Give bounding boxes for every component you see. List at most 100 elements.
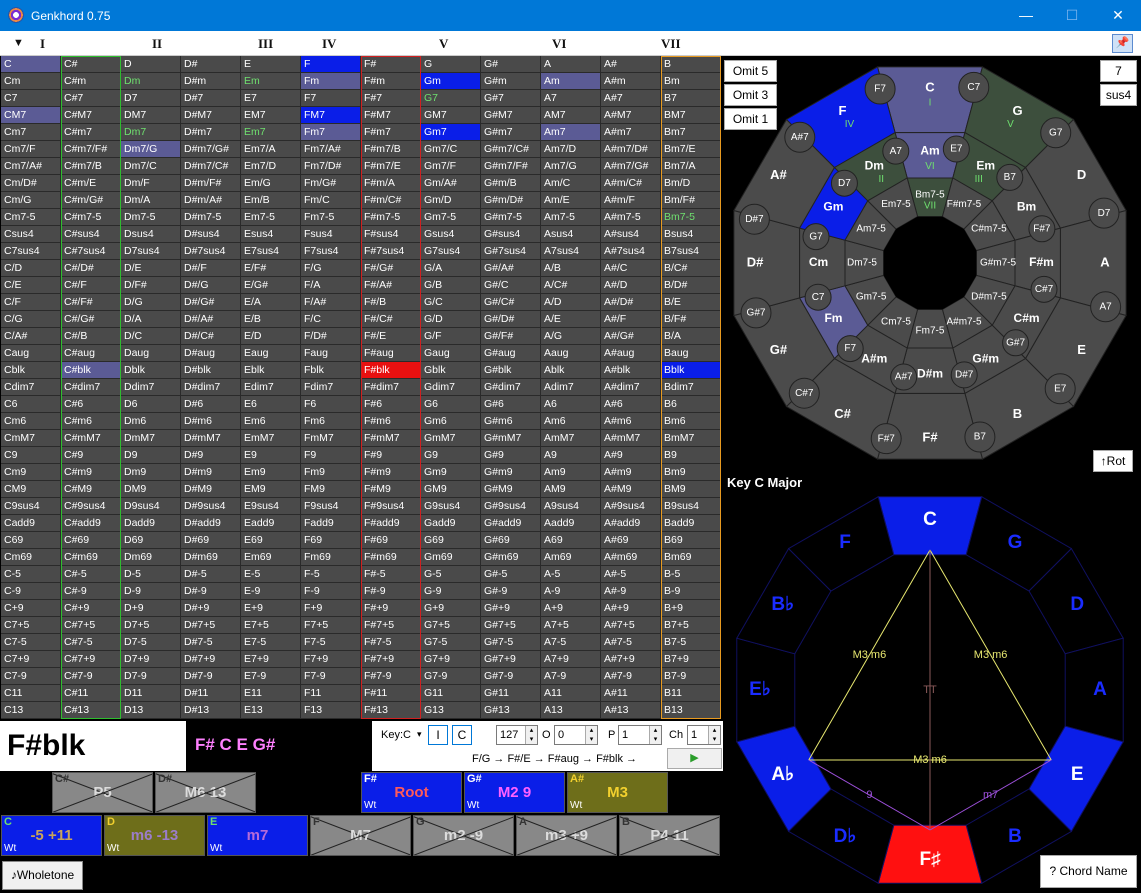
chord-cell[interactable]: D9sus4 xyxy=(121,498,181,515)
chord-cell[interactable]: Cm9 xyxy=(1,464,61,481)
chord-cell[interactable]: Caug xyxy=(1,345,61,362)
chord-cell[interactable]: A7 xyxy=(541,90,601,107)
chord-cell[interactable]: B7-9 xyxy=(661,668,721,685)
chord-cell[interactable]: A/C# xyxy=(541,277,601,294)
chord-cell[interactable]: E/B xyxy=(241,311,301,328)
chord-cell[interactable]: F#69 xyxy=(361,532,421,549)
chord-cell[interactable]: Am/C xyxy=(541,175,601,192)
chord-cell[interactable]: A#sus4 xyxy=(601,226,661,243)
chord-cell[interactable]: G-9 xyxy=(421,583,481,600)
chord-cell[interactable]: A#-9 xyxy=(601,583,661,600)
chord-cell[interactable]: D#m xyxy=(181,73,241,90)
chord-cell[interactable]: A#7 xyxy=(601,90,661,107)
chord-cell[interactable]: Bm7-5 xyxy=(661,209,721,226)
chord-cell[interactable]: D#m7 xyxy=(181,124,241,141)
chord-cell[interactable]: Fsus4 xyxy=(301,226,361,243)
interval-box[interactable]: D# M6 13 xyxy=(155,772,256,813)
chord-cell[interactable]: Bm69 xyxy=(661,549,721,566)
chord-cell[interactable]: B9sus4 xyxy=(661,498,721,515)
chord-cell[interactable]: D#sus4 xyxy=(181,226,241,243)
chord-cell[interactable]: A#7+5 xyxy=(601,617,661,634)
chord-cell[interactable]: B/A xyxy=(661,328,721,345)
chord-cell[interactable]: F/A# xyxy=(301,294,361,311)
chord-cell[interactable]: G#sus4 xyxy=(481,226,541,243)
chord-cell[interactable]: DmM7 xyxy=(121,430,181,447)
chord-cell[interactable]: DM7 xyxy=(121,107,181,124)
chord-cell[interactable]: Fm/G# xyxy=(301,175,361,192)
chord-cell[interactable]: Dm6 xyxy=(121,413,181,430)
chord-cell[interactable]: E-5 xyxy=(241,566,301,583)
chord-cell[interactable]: G6 xyxy=(421,396,481,413)
chord-cell[interactable]: Bm6 xyxy=(661,413,721,430)
chord-cell[interactable]: G#/D# xyxy=(481,311,541,328)
chord-cell[interactable]: D#69 xyxy=(181,532,241,549)
chord-cell[interactable]: Cm7/A# xyxy=(1,158,61,175)
chord-cell[interactable]: C#blk xyxy=(61,362,121,379)
chord-cell[interactable]: A#7-5 xyxy=(601,634,661,651)
chord-cell[interactable]: G9sus4 xyxy=(421,498,481,515)
interval-box[interactable]: C# P5 xyxy=(52,772,153,813)
chord-cell[interactable]: C#7+9 xyxy=(61,651,121,668)
chord-cell[interactable]: F#/E xyxy=(361,328,421,345)
chord-cell[interactable]: B13 xyxy=(661,702,721,719)
chord-cell[interactable]: C#m6 xyxy=(61,413,121,430)
chord-cell[interactable]: A#/D xyxy=(601,277,661,294)
chord-cell[interactable]: C#7-5 xyxy=(61,634,121,651)
interval-box[interactable]: Dm6 -13 Wt xyxy=(104,815,205,856)
chord-cell[interactable]: E7-9 xyxy=(241,668,301,685)
chord-cell[interactable]: D7 xyxy=(121,90,181,107)
chord-cell[interactable]: Gdim7 xyxy=(421,379,481,396)
chord-cell[interactable]: D7+5 xyxy=(121,617,181,634)
chord-cell[interactable]: E/A xyxy=(241,294,301,311)
chord-cell[interactable]: F11 xyxy=(301,685,361,702)
chord-cell[interactable]: G# xyxy=(481,56,541,73)
chord-cell[interactable]: C#11 xyxy=(61,685,121,702)
chord-cell[interactable]: D+9 xyxy=(121,600,181,617)
chord-cell[interactable]: C13 xyxy=(1,702,61,719)
chord-cell[interactable]: E13 xyxy=(241,702,301,719)
chord-cell[interactable]: C#/F# xyxy=(61,294,121,311)
chord-cell[interactable]: G-5 xyxy=(421,566,481,583)
chord-cell[interactable]: G#m7 xyxy=(481,124,541,141)
chord-cell[interactable]: A#m/F xyxy=(601,192,661,209)
chord-cell[interactable]: Em/G xyxy=(241,175,301,192)
chord-cell[interactable]: Em7/D xyxy=(241,158,301,175)
chord-cell[interactable]: G#13 xyxy=(481,702,541,719)
chord-cell[interactable]: D/F# xyxy=(121,277,181,294)
chord-cell[interactable]: AM9 xyxy=(541,481,601,498)
chord-cell[interactable]: A#aug xyxy=(601,345,661,362)
chord-cell[interactable]: EmM7 xyxy=(241,430,301,447)
chord-cell[interactable]: D#/G# xyxy=(181,294,241,311)
chord-cell[interactable]: A#m7/G# xyxy=(601,158,661,175)
chord-cell[interactable]: A9 xyxy=(541,447,601,464)
chord-cell[interactable]: A#/G# xyxy=(601,328,661,345)
chord-cell[interactable]: C-9 xyxy=(1,583,61,600)
chord-cell[interactable]: A#dim7 xyxy=(601,379,661,396)
chord-cell[interactable]: A#M7 xyxy=(601,107,661,124)
chord-cell[interactable]: CM9 xyxy=(1,481,61,498)
chord-cell[interactable]: Ddim7 xyxy=(121,379,181,396)
chord-cell[interactable]: B7sus4 xyxy=(661,243,721,260)
chord-cell[interactable]: A#9sus4 xyxy=(601,498,661,515)
chord-cell[interactable]: Cm69 xyxy=(1,549,61,566)
chord-cell[interactable]: F#+9 xyxy=(361,600,421,617)
chord-cell[interactable]: Bm xyxy=(661,73,721,90)
chord-cell[interactable]: D#7 xyxy=(181,90,241,107)
chord-cell[interactable]: D-5 xyxy=(121,566,181,583)
chord-cell[interactable]: F#m7-5 xyxy=(361,209,421,226)
chord-cell[interactable]: D7-5 xyxy=(121,634,181,651)
chord-cell[interactable]: D#dim7 xyxy=(181,379,241,396)
chord-cell[interactable]: Cm/G xyxy=(1,192,61,209)
chord-cell[interactable]: G#/F# xyxy=(481,328,541,345)
chord-cell[interactable]: C#sus4 xyxy=(61,226,121,243)
chord-cell[interactable]: AM7 xyxy=(541,107,601,124)
chord-cell[interactable]: G#/A# xyxy=(481,260,541,277)
chord-cell[interactable]: G xyxy=(421,56,481,73)
chord-cell[interactable]: AmM7 xyxy=(541,430,601,447)
chord-cell[interactable]: G#M9 xyxy=(481,481,541,498)
chord-cell[interactable]: D11 xyxy=(121,685,181,702)
chord-cell[interactable]: C+9 xyxy=(1,600,61,617)
chord-cell[interactable]: Fm7 xyxy=(301,124,361,141)
chord-cell[interactable]: Faug xyxy=(301,345,361,362)
chord-cell[interactable]: E7+9 xyxy=(241,651,301,668)
